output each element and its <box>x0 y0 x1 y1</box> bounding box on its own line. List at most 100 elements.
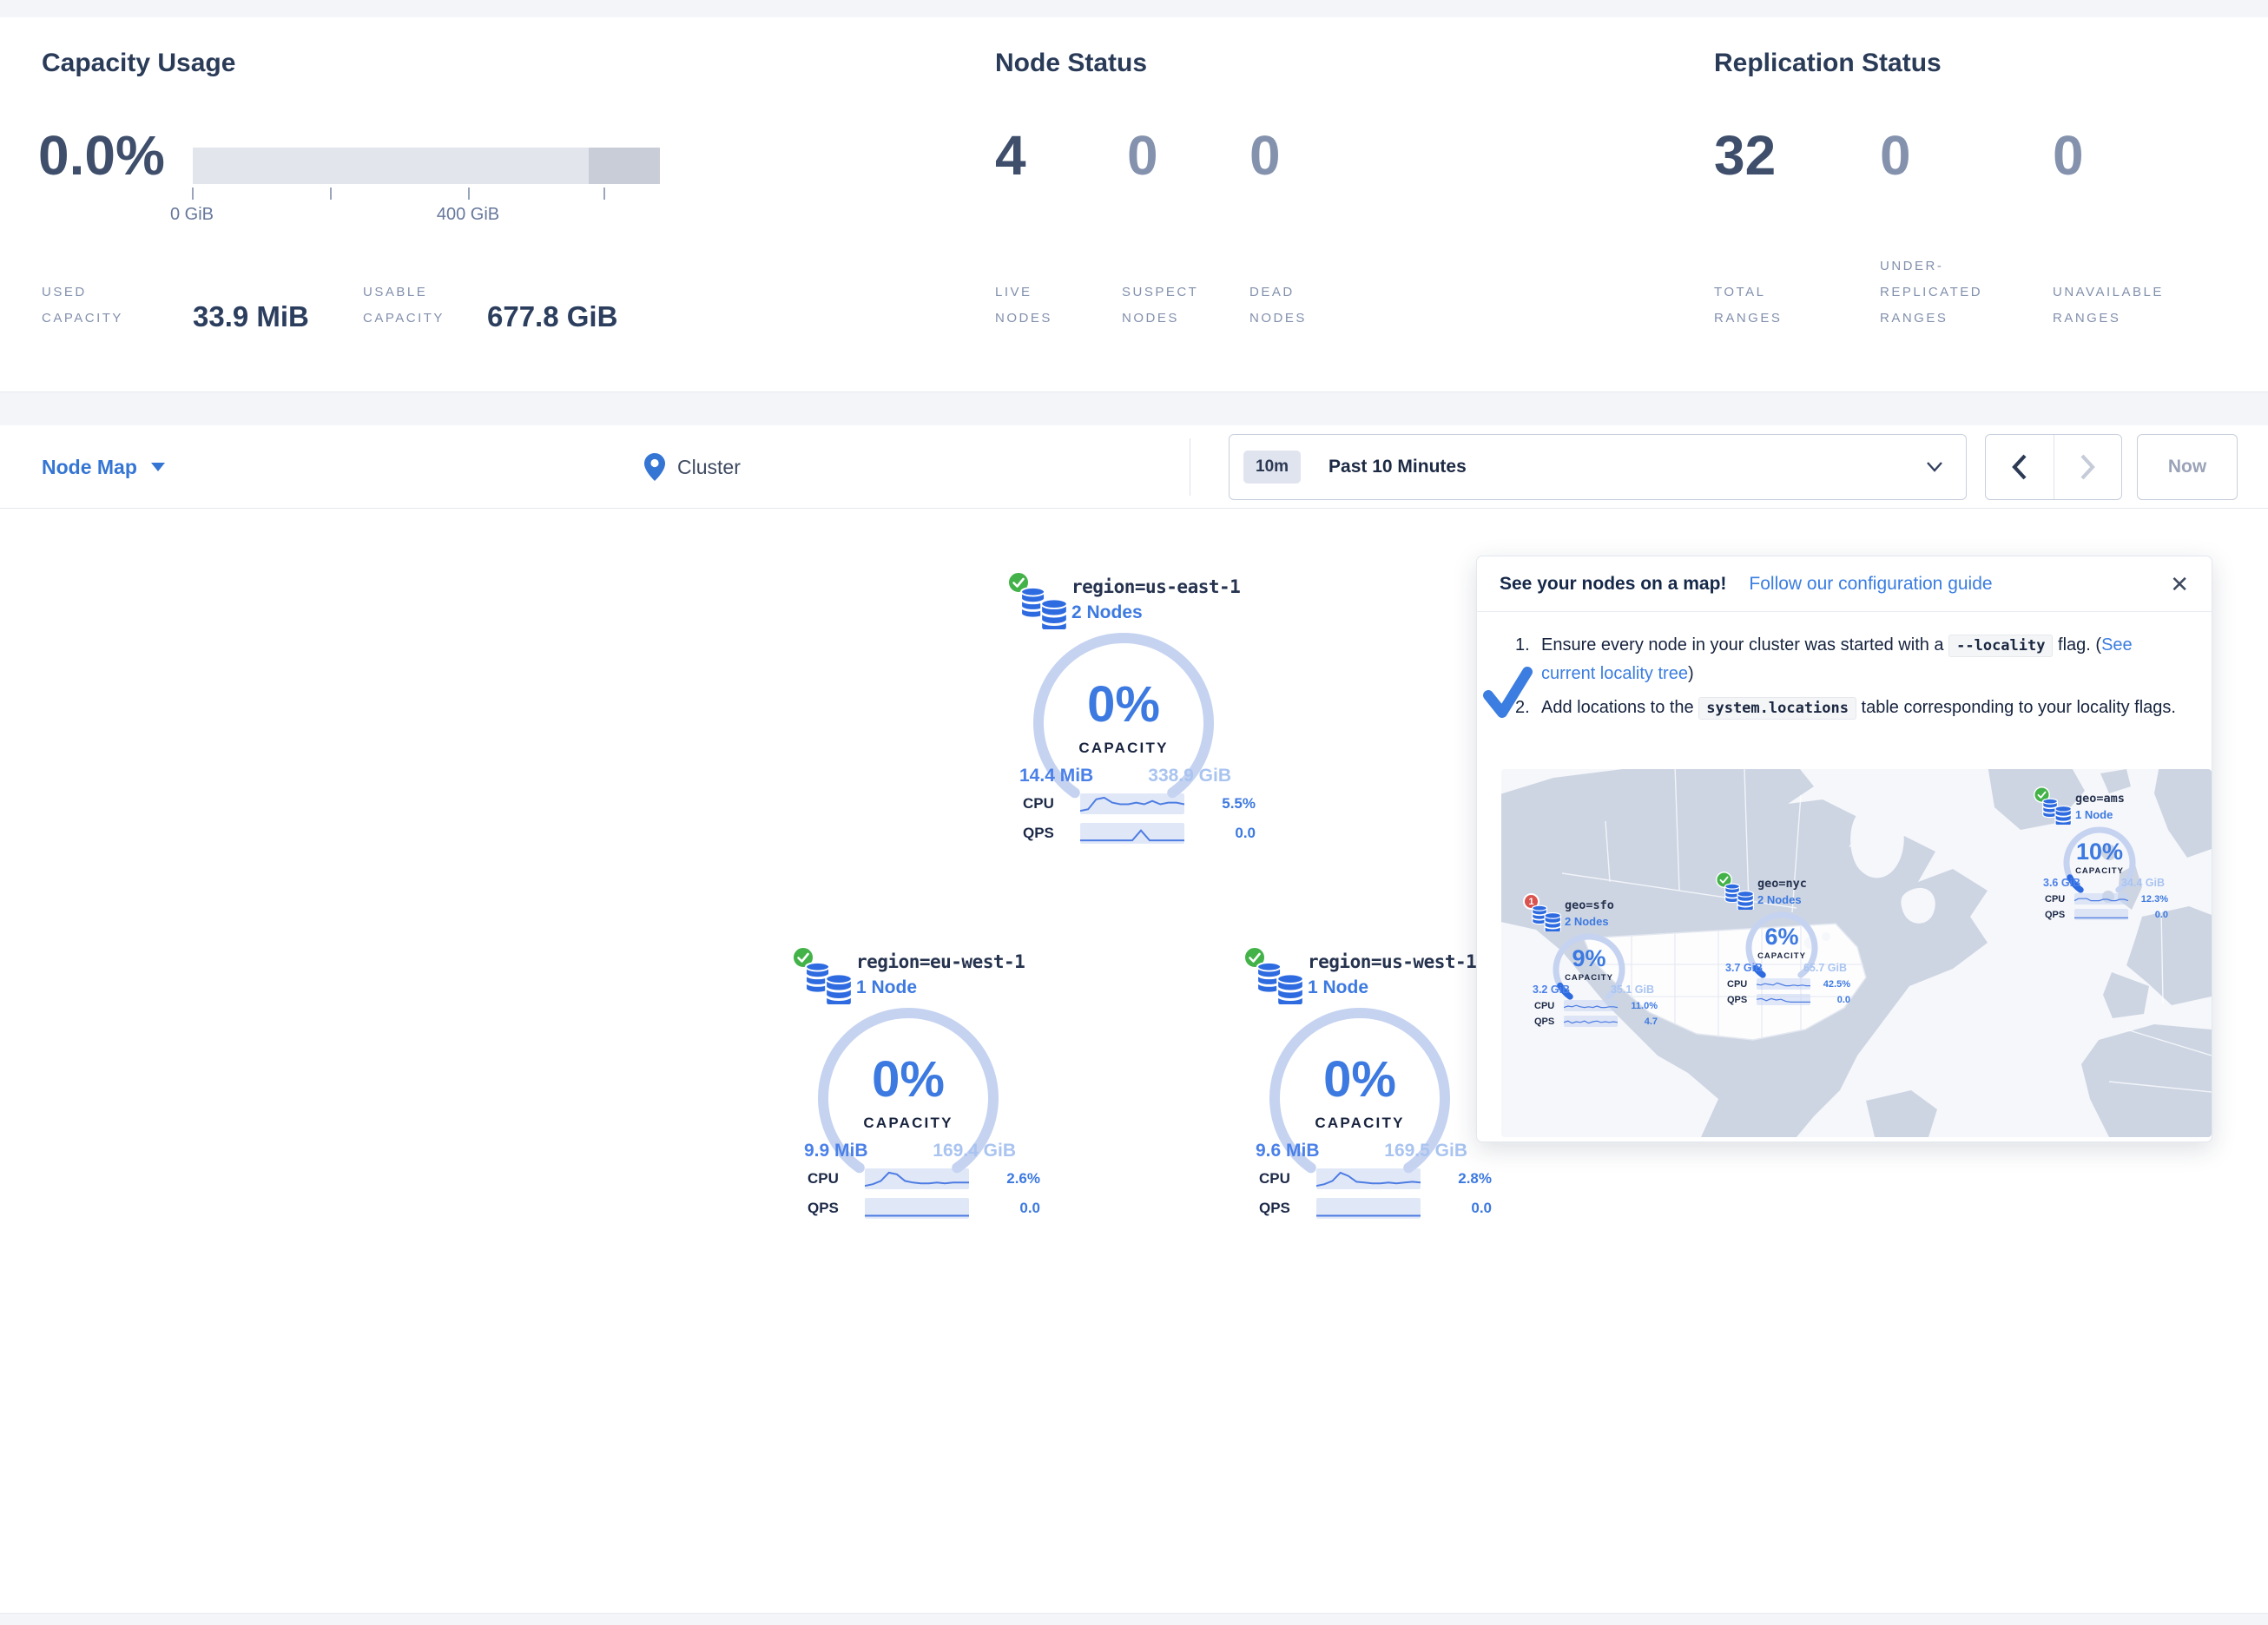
axis-tick <box>603 188 605 200</box>
cpu-metric-row: CPU11.0% <box>1534 999 1658 1012</box>
used-space: 14.4 MiB <box>1019 766 1093 786</box>
capacity-percent: 0% <box>1028 675 1219 734</box>
axis-tick-label: 0 GiB <box>170 205 214 225</box>
system-locations-code: system.locations <box>1698 697 1856 720</box>
locality-setup-popup: See your nodes on a map! Follow our conf… <box>1476 556 2212 1142</box>
time-range-label: Past 10 Minutes <box>1328 457 1926 477</box>
now-button[interactable]: Now <box>2137 434 2238 500</box>
capacity-gauge-label: CAPACITY <box>1738 951 1825 961</box>
qps-label: QPS <box>1727 995 1753 1005</box>
total-space: 35.1 GiB <box>1611 984 1654 996</box>
locality-label: region=us-west-1 <box>1308 951 1476 972</box>
qps-sparkline <box>2074 909 2128 920</box>
region-node-eu-west-1[interactable]: region=eu-west-11 Node0%CAPACITY9.9 MiB1… <box>783 939 1052 1234</box>
chevron-down-icon <box>151 463 165 471</box>
locality-label: region=eu-west-1 <box>856 951 1025 972</box>
axis-tick-label: 400 GiB <box>437 205 499 225</box>
map-node-geo-ams[interactable]: geo=ams1 Node10%CAPACITY3.6 GiB34.4 GiBC… <box>2032 785 2179 971</box>
dead-nodes-label: DEAD NODES <box>1249 280 1307 332</box>
qps-metric-row: QPS0.0 <box>1259 1197 1492 1220</box>
total-ranges-count: 32 <box>1714 125 1776 186</box>
region-node-us-west-1[interactable]: region=us-west-11 Node0%CAPACITY9.6 MiB1… <box>1235 939 1504 1234</box>
capacity-usage-title: Capacity Usage <box>42 49 235 78</box>
used-space: 3.7 GiB <box>1725 962 1763 974</box>
node-count-label: 1 Node <box>1308 977 1368 998</box>
capacity-min-max: 3.6 GiB 34.4 GiB <box>2043 877 2165 889</box>
capacity-min-max: 3.7 GiB65.7 GiB <box>1725 962 1847 974</box>
unavailable-ranges-count: 0 <box>2053 125 2084 186</box>
total-space: 338.9 GiB <box>1148 766 1231 786</box>
used-space: 3.6 GiB <box>2043 877 2080 889</box>
step-done-check-icon <box>1482 666 1533 721</box>
popup-title: See your nodes on a map! <box>1500 574 1726 595</box>
setup-step-1: 1. Ensure every node in your cluster was… <box>1515 631 2186 688</box>
cpu-sparkline <box>2074 893 2128 905</box>
qps-sparkline <box>865 1198 969 1219</box>
capacity-percent: 0% <box>813 1050 1004 1109</box>
cpu-label: CPU <box>1727 979 1753 990</box>
qps-value: 4.7 <box>1618 1016 1658 1027</box>
locality-flag-code: --locality <box>1948 635 2053 657</box>
used-space: 3.2 GiB <box>1533 984 1570 996</box>
step-text: Add locations to the system.locations ta… <box>1541 694 2186 722</box>
node-status-title: Node Status <box>995 49 1147 78</box>
qps-label: QPS <box>2045 910 2071 920</box>
qps-value: 0.0 <box>2128 910 2168 920</box>
cpu-sparkline <box>1564 1000 1618 1011</box>
close-icon[interactable]: ✕ <box>2170 573 2189 595</box>
capacity-min-max: 3.2 GiB 35.1 GiB <box>1533 984 1654 996</box>
capacity-percent: 10% <box>2056 839 2143 865</box>
cpu-metric-row: CPU12.3% <box>2045 892 2168 905</box>
used-capacity-label: USED CAPACITY <box>42 280 123 332</box>
capacity-gauge-label: CAPACITY <box>813 1115 1004 1132</box>
capacity-usage-bar-reserved-segment <box>589 148 660 184</box>
time-step-forward-button[interactable] <box>2054 435 2122 499</box>
usable-capacity-value: 677.8 GiB <box>487 300 617 333</box>
cpu-metric-row: CPU42.5% <box>1727 977 1850 990</box>
nodes-db-stack-icon <box>1255 961 1309 1004</box>
capacity-min-max: 9.9 MiB169.4 GiB <box>804 1141 1016 1161</box>
qps-value: 0.0 <box>969 1200 1040 1217</box>
cpu-sparkline <box>1080 793 1184 814</box>
locality-label: region=us-east-1 <box>1071 576 1240 597</box>
qps-label: QPS <box>1023 825 1073 842</box>
total-ranges-label: TOTAL RANGES <box>1714 280 1782 332</box>
node-map-toolbar: Node Map Cluster 10m Past 10 Minutes Now <box>0 425 2268 509</box>
locality-label: geo=ams <box>2075 792 2125 806</box>
total-space: 34.4 GiB <box>2121 877 2165 889</box>
locality-label: geo=sfo <box>1565 898 1614 912</box>
configuration-guide-link[interactable]: Follow our configuration guide <box>1749 574 1992 595</box>
cpu-value: 5.5% <box>1184 795 1256 812</box>
axis-tick <box>330 188 332 200</box>
nodes-db-stack-icon <box>1019 586 1072 629</box>
node-map-canvas: region=us-east-12 Nodes0%CAPACITY14.4 Mi… <box>0 509 2268 1613</box>
view-selector-label: Node Map <box>42 456 137 479</box>
time-step-back-button[interactable] <box>1986 435 2054 499</box>
capacity-percent: 9% <box>1546 945 1632 972</box>
qps-value: 0.0 <box>1810 995 1850 1005</box>
nodes-db-stack-icon <box>803 961 857 1004</box>
map-node-geo-nyc[interactable]: geo=nyc2 Nodes6%CAPACITY3.7 GiB65.7 GiBC… <box>1714 870 1862 1056</box>
qps-metric-row: QPS 0.0 <box>1727 993 1850 1006</box>
capacity-min-max: 14.4 MiB 338.9 GiB <box>1019 766 1231 786</box>
cpu-metric-row: CPU2.6% <box>808 1168 1040 1190</box>
qps-value: 0.0 <box>1184 825 1256 842</box>
usable-capacity-label: USABLE CAPACITY <box>363 280 445 332</box>
capacity-gauge-label: CAPACITY <box>1264 1115 1455 1132</box>
chevron-left-icon <box>2012 454 2027 480</box>
view-selector-dropdown[interactable]: Node Map <box>42 425 165 509</box>
cpu-label: CPU <box>2045 894 2071 905</box>
breadcrumb[interactable]: Cluster <box>644 425 741 509</box>
cpu-metric-row: CPU5.5% <box>1023 793 1256 815</box>
map-pin-icon <box>644 453 665 481</box>
cpu-sparkline <box>865 1168 969 1189</box>
capacity-gauge-label: CAPACITY <box>1546 973 1632 983</box>
now-button-label: Now <box>2168 457 2206 477</box>
time-range-dropdown[interactable]: 10m Past 10 Minutes <box>1229 434 1967 500</box>
suspect-nodes-count: 0 <box>1127 125 1158 186</box>
map-node-geo-sfo[interactable]: 1geo=sfo2 Nodes9%CAPACITY3.2 GiB35.1 GiB… <box>1521 891 1669 1078</box>
cpu-value: 2.8% <box>1421 1170 1492 1188</box>
qps-label: QPS <box>1534 1016 1560 1027</box>
unavailable-ranges-label: UNAVAILABLE RANGES <box>2053 280 2164 332</box>
region-node-us-east-1[interactable]: region=us-east-12 Nodes0%CAPACITY14.4 Mi… <box>999 564 1268 859</box>
